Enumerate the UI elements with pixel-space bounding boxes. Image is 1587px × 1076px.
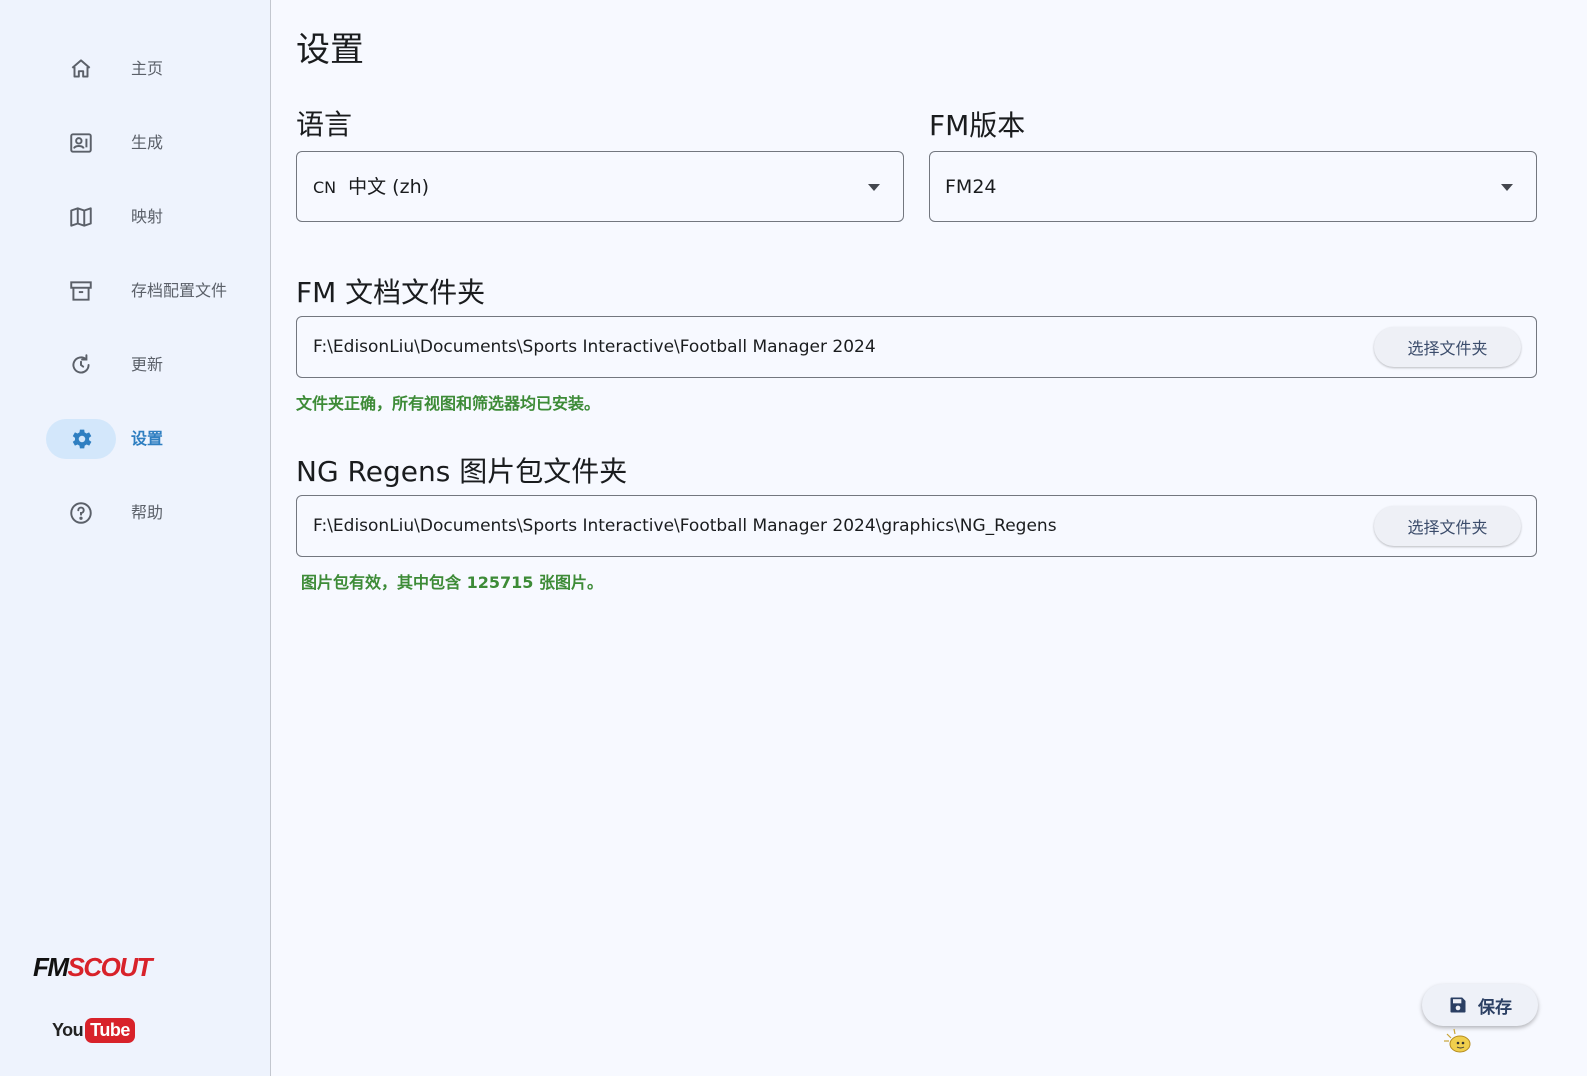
fm-folder-status: 文件夹正确，所有视图和筛选器均已安装。	[296, 394, 601, 413]
regens-folder-field[interactable]: F:\EdisonLiu\Documents\Sports Interactiv…	[296, 495, 1537, 557]
sidebar-item-label: 帮助	[131, 503, 164, 522]
chevron-down-icon	[868, 184, 880, 191]
help-circle-icon	[46, 493, 116, 533]
mascot-icon	[1444, 1028, 1471, 1053]
youtube-logo[interactable]: You Tube	[52, 1016, 135, 1044]
app-window: 主页 生成 映射 存档配置文件 更新 设置 帮助 FMSCOUT You Tub…	[0, 0, 1587, 1076]
language-label: 语言	[296, 108, 353, 141]
chevron-down-icon	[1501, 184, 1513, 191]
fm-version-label: FM版本	[929, 109, 1026, 142]
map-icon	[46, 197, 116, 237]
language-selected-value: CN 中文 (zh)	[313, 176, 430, 198]
sidebar-item-save-profiles[interactable]: 存档配置文件	[0, 271, 270, 311]
fm-folder-path: F:\EdisonLiu\Documents\Sports Interactiv…	[313, 337, 876, 357]
sidebar-item-label: 主页	[131, 59, 164, 78]
home-icon	[46, 49, 116, 89]
refresh-icon	[46, 345, 116, 385]
sidebar-item-settings[interactable]: 设置	[0, 419, 270, 459]
archive-box-icon	[46, 271, 116, 311]
gear-icon	[46, 419, 116, 459]
regens-folder-browse-button[interactable]: 选择文件夹	[1374, 506, 1521, 546]
language-select[interactable]: CN 中文 (zh)	[296, 151, 904, 222]
fm-version-selected-value: FM24	[945, 176, 997, 198]
save-button-label: 保存	[1478, 997, 1512, 1018]
fm-version-select[interactable]: FM24	[929, 151, 1537, 222]
fm-folder-browse-button[interactable]: 选择文件夹	[1374, 327, 1521, 367]
fm-folder-field[interactable]: F:\EdisonLiu\Documents\Sports Interactiv…	[296, 316, 1537, 378]
save-button[interactable]: 保存	[1422, 984, 1538, 1026]
scrollbar[interactable]	[1573, 0, 1587, 1076]
sidebar: 主页 生成 映射 存档配置文件 更新 设置 帮助 FMSCOUT You Tub…	[0, 0, 271, 1076]
contact-card-icon	[46, 123, 116, 163]
sidebar-item-label: 存档配置文件	[131, 281, 228, 300]
fmscout-logo[interactable]: FMSCOUT	[33, 952, 153, 982]
page-title: 设置	[296, 30, 364, 70]
regens-folder-path: F:\EdisonLiu\Documents\Sports Interactiv…	[313, 516, 1057, 536]
sidebar-item-updates[interactable]: 更新	[0, 345, 270, 385]
settings-panel: 设置 语言 CN 中文 (zh) FM版本 FM24 FM 文档文件夹 F:\Ed…	[271, 0, 1587, 1076]
sidebar-item-help[interactable]: 帮助	[0, 493, 270, 533]
sidebar-item-mapping[interactable]: 映射	[0, 197, 270, 237]
sidebar-item-label: 设置	[131, 429, 164, 448]
sidebar-item-label: 映射	[131, 207, 164, 226]
floppy-disk-icon	[1450, 997, 1466, 1013]
sidebar-item-generate[interactable]: 生成	[0, 123, 270, 163]
sidebar-item-label: 生成	[131, 133, 164, 152]
regens-folder-status: 图片包有效，其中包含 125715 张图片。	[301, 573, 603, 592]
fm-folder-label: FM 文档文件夹	[296, 276, 486, 309]
regens-folder-label: NG Regens 图片包文件夹	[296, 455, 628, 488]
sidebar-item-label: 更新	[131, 355, 164, 374]
cn-flag-icon: CN	[313, 178, 337, 197]
sidebar-item-home[interactable]: 主页	[0, 49, 270, 89]
